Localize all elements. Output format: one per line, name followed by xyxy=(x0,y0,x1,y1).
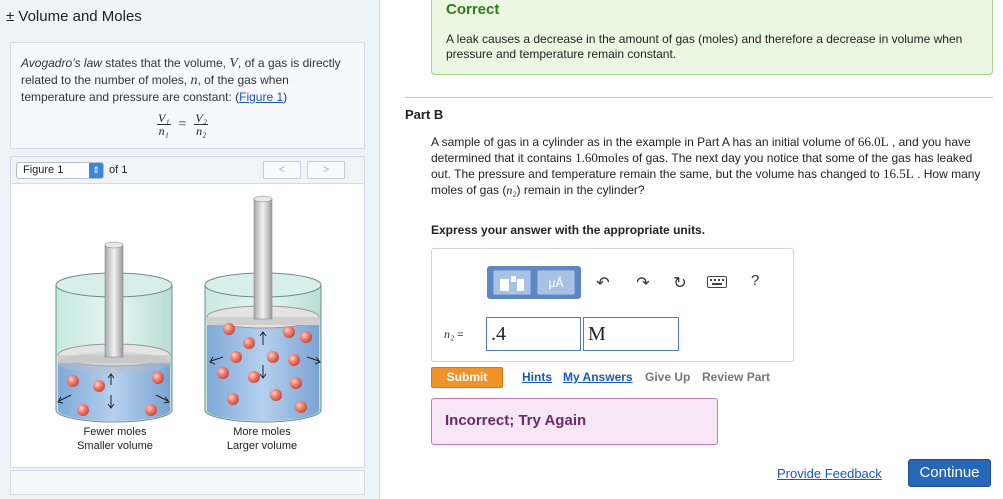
units-button[interactable]: μÅ xyxy=(537,270,575,295)
template-icon xyxy=(500,275,524,291)
formula-n2: n₂ xyxy=(196,124,207,138)
cylinder-illustration xyxy=(55,195,322,423)
intro-text-1: states that the volume, xyxy=(101,56,230,70)
caption-right: More moles Larger volume xyxy=(212,425,312,453)
hints-link[interactable]: Hints xyxy=(522,370,552,384)
figure-select-value: Figure 1 xyxy=(23,164,64,176)
continue-button[interactable]: Continue xyxy=(908,459,991,487)
answer-equals: = xyxy=(457,329,464,341)
left-panel: ± Volume and Moles Avogadro’s law states… xyxy=(0,0,380,499)
left-cylinder xyxy=(55,241,173,423)
fraction-1: V₁ n₁ xyxy=(157,112,171,137)
answer-box: μÅ ↶ ↷ ↻ ? n₂ = .4 M xyxy=(431,248,794,362)
correct-title: Correct xyxy=(446,1,500,18)
question-text-1: A sample of gas in a cylinder as in the … xyxy=(431,135,858,149)
help-icon[interactable]: ? xyxy=(751,272,759,289)
prev-figure-button[interactable]: < xyxy=(263,161,301,179)
question-moles: 1.60moles xyxy=(575,150,629,165)
section-divider xyxy=(405,97,993,98)
part-b-label: Part B xyxy=(405,107,444,122)
review-part-link[interactable]: Review Part xyxy=(702,370,770,384)
formula-n1: n₁ xyxy=(158,124,169,138)
answer-unit-input[interactable]: M xyxy=(583,317,679,351)
formula-equals: = xyxy=(178,116,187,132)
give-up-link[interactable]: Give Up xyxy=(645,370,690,384)
provide-feedback-link[interactable]: Provide Feedback xyxy=(777,466,882,481)
reset-icon[interactable]: ↻ xyxy=(670,273,690,293)
caption-left-line2: Smaller volume xyxy=(77,440,153,452)
correct-explanation: A leak causes a decrease in the amount o… xyxy=(446,32,963,61)
keyboard-icon[interactable] xyxy=(707,275,727,293)
next-figure-button[interactable]: > xyxy=(307,161,345,179)
question-text: A sample of gas in a cylinder as in the … xyxy=(431,134,993,198)
units-icon: μÅ xyxy=(548,275,564,290)
answer-value-input[interactable]: .4 xyxy=(486,317,581,351)
section-title[interactable]: ± Volume and Moles xyxy=(6,8,142,25)
question-text-5: ) remain in the cylinder? xyxy=(516,183,645,197)
caption-right-line2: Larger volume xyxy=(226,440,298,452)
correct-feedback-box: Correct A leak causes a decrease in the … xyxy=(431,0,993,75)
undo-icon[interactable]: ↶ xyxy=(593,273,613,293)
math-toolbar-group: μÅ xyxy=(487,266,581,299)
intro-text-4: ) xyxy=(283,90,288,104)
figure-count: of 1 xyxy=(109,164,128,176)
figure-select[interactable]: Figure 1 ⇕ xyxy=(16,162,104,179)
redo-icon[interactable]: ↷ xyxy=(633,273,653,293)
question-vol2: 16.5L xyxy=(883,166,914,181)
answer-var: n₂ xyxy=(444,327,455,341)
left-bottom-strip xyxy=(10,470,365,495)
avogadro-formula: V₁ n₁ = V₂ n₂ xyxy=(157,112,208,137)
question-var: n₂ xyxy=(506,183,517,197)
figure-link[interactable]: Figure 1 xyxy=(239,90,283,104)
express-instruction: Express your answer with the appropriate… xyxy=(431,223,706,237)
caption-right-line1: More moles xyxy=(233,426,291,438)
question-vol1: 66.0L xyxy=(857,134,889,149)
submit-button[interactable]: Submit xyxy=(431,367,503,388)
var-v: V xyxy=(229,56,238,71)
right-cylinder xyxy=(204,195,322,423)
fraction-2: V₂ n₂ xyxy=(194,112,208,137)
caption-left: Fewer moles Smaller volume xyxy=(65,425,165,453)
figure-panel: Figure 1 ⇕ of 1 < > Fewer moles Smaller … xyxy=(10,156,365,468)
answer-var-label: n₂ = xyxy=(444,327,464,342)
select-arrows-icon: ⇕ xyxy=(89,163,103,178)
template-button[interactable] xyxy=(493,270,531,295)
my-answers-link[interactable]: My Answers xyxy=(563,370,633,384)
caption-left-line1: Fewer moles xyxy=(83,426,147,438)
intro-law-name: Avogadro’s law xyxy=(21,56,102,70)
incorrect-feedback-box: Incorrect; Try Again xyxy=(431,398,718,445)
figure-toolbar: Figure 1 ⇕ of 1 < > xyxy=(11,157,364,184)
